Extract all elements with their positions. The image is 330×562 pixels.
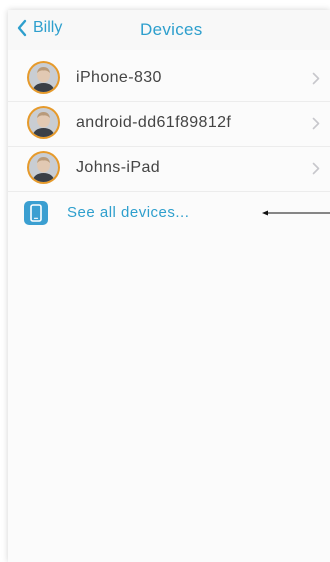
- device-row-ipad[interactable]: Johns-iPad: [8, 147, 330, 192]
- avatar: [27, 151, 60, 184]
- see-all-devices-label: See all devices...: [67, 204, 190, 221]
- back-button[interactable]: Billy: [16, 19, 62, 37]
- navigation-bar: Billy Devices: [8, 10, 330, 50]
- avatar: [27, 106, 60, 139]
- chevron-right-icon: [312, 117, 320, 130]
- device-name: Johns-iPad: [76, 159, 161, 176]
- chevron-right-icon: [312, 162, 320, 175]
- page-title: Devices: [140, 20, 203, 39]
- device-name: android-dd61f89812f: [76, 114, 232, 131]
- device-name: iPhone-830: [76, 69, 162, 86]
- devices-screen: Billy Devices iPhone-830 android-dd61f89…: [8, 10, 330, 562]
- arrow-left-icon: [262, 210, 330, 216]
- tablet-icon: [24, 201, 48, 225]
- device-list: iPhone-830 android-dd61f89812f Johns-iPa…: [8, 57, 330, 192]
- device-row-android[interactable]: android-dd61f89812f: [8, 102, 330, 147]
- device-row-iphone[interactable]: iPhone-830: [8, 57, 330, 102]
- back-button-label: Billy: [33, 19, 63, 36]
- chevron-right-icon: [312, 72, 320, 85]
- avatar: [27, 61, 60, 94]
- chevron-left-icon: [17, 19, 27, 37]
